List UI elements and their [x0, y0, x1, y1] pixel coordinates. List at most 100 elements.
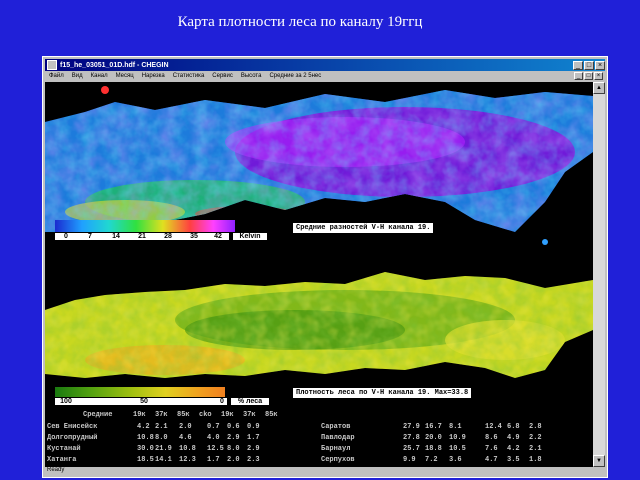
app-icon [47, 60, 57, 70]
stat-value: 0.9 [247, 423, 260, 431]
vh-tick: 35 [181, 233, 207, 240]
window-titlebar[interactable]: f15_he_03051_01D.hdf - CHEGIN _ □ × [45, 59, 605, 71]
station-name: Сев Енисейск [47, 423, 98, 431]
vh-tick: 28 [155, 233, 181, 240]
stats-col-header: 19к [133, 411, 146, 419]
scroll-up-icon[interactable]: ▲ [593, 82, 605, 94]
menu-month[interactable]: Месяц [116, 73, 134, 79]
doc-maximize-button[interactable]: □ [584, 72, 593, 80]
menu-statistics[interactable]: Статистика [173, 73, 205, 79]
document-view[interactable]: 0 7 14 21 28 35 42 Kelvin Средние разнос… [45, 82, 593, 467]
document-controls: _ □ × [573, 72, 603, 80]
maximize-button[interactable]: □ [584, 60, 594, 70]
minimize-button[interactable]: _ [573, 60, 583, 70]
forest-density-map [45, 250, 593, 382]
stats-header-label: Средние [83, 411, 113, 419]
table-row: Хатанга 18.5 14.1 12.3 1.7 2.0 2.3 Серпухов 9.9 7… [45, 456, 593, 466]
stats-table: Средние 19к 37к 85к cko 19к 37к 85к Сев … [45, 409, 593, 467]
vh-legend-colorbar [55, 220, 235, 232]
forest-map-caption: Плотность леса по V-H канала 19. Max=33.… [293, 388, 472, 398]
menu-averages[interactable]: Средние за 2 5нес [269, 73, 321, 79]
window-title: f15_he_03051_01D.hdf - CHEGIN [60, 61, 169, 69]
stat-value: 27.8 [403, 434, 420, 442]
stat-value: 2.2 [529, 434, 542, 442]
stat-value: 27.9 [403, 423, 420, 431]
stats-col-header: 37к [243, 411, 256, 419]
station-name: Хатанга [47, 456, 77, 464]
stat-value: 16.7 [425, 423, 442, 431]
stat-value: 0.6 [227, 423, 240, 431]
stat-value: 2.0 [227, 456, 240, 464]
close-button[interactable]: × [595, 60, 605, 70]
stat-value: 25.7 [403, 445, 420, 453]
menu-view[interactable]: Вид [72, 73, 83, 79]
stat-value: 2.1 [155, 423, 168, 431]
menu-channel[interactable]: Канал [91, 73, 108, 79]
doc-close-button[interactable]: × [594, 72, 603, 80]
stat-value: 9.9 [403, 456, 416, 464]
stat-value: 30.0 [137, 445, 154, 453]
station-name: Барнаул [321, 445, 351, 453]
table-row: Долгопрудный 10.8 8.0 4.6 4.0 2.9 1.7 Павлодар 2… [45, 434, 593, 444]
vh-legend-unit: Kelvin [233, 233, 267, 240]
menu-height[interactable]: Высота [241, 73, 262, 79]
stat-value: 18.5 [137, 456, 154, 464]
app-window: f15_he_03051_01D.hdf - CHEGIN _ □ × Файл… [42, 56, 608, 478]
forest-tick: 50 [135, 398, 153, 405]
stat-value: 4.7 [485, 456, 498, 464]
station-name: Серпухов [321, 456, 355, 464]
stat-value: 2.1 [529, 445, 542, 453]
menu-service[interactable]: Сервис [212, 73, 233, 79]
menubar: Файл Вид Канал Месяц Нарезка Статистика … [45, 71, 605, 81]
stat-value: 4.6 [179, 434, 192, 442]
station-name: Павлодар [321, 434, 355, 442]
stat-value: 20.0 [425, 434, 442, 442]
stat-value: 18.8 [425, 445, 442, 453]
vh-map-caption: Средние разностей V-H канала 19. [293, 223, 434, 233]
forest-tick: 0 [217, 398, 227, 405]
stats-col-header: 85к [265, 411, 278, 419]
stat-value: 8.0 [155, 434, 168, 442]
stat-value: 8.0 [227, 445, 240, 453]
stat-value: 10.8 [137, 434, 154, 442]
vh-tick: 21 [129, 233, 155, 240]
stat-value: 7.2 [425, 456, 438, 464]
stat-value: 2.0 [179, 423, 192, 431]
scroll-down-icon[interactable]: ▼ [593, 455, 605, 467]
stat-value: 8.1 [449, 423, 462, 431]
stat-value: 6.8 [507, 423, 520, 431]
station-name: Кустанай [47, 445, 81, 453]
stat-value: 7.6 [485, 445, 498, 453]
vh-tick: 42 [207, 233, 229, 240]
stat-value: 1.7 [247, 434, 260, 442]
slide-title: Карта плотности леса по каналу 19ггц [177, 14, 423, 30]
status-bar: Ready [47, 467, 65, 473]
stat-value: 21.9 [155, 445, 172, 453]
stat-value: 2.3 [247, 456, 260, 464]
table-row: Кустанай 30.0 21.9 10.8 12.5 8.0 2.9 Барнаул 25.… [45, 445, 593, 455]
doc-minimize-button[interactable]: _ [574, 72, 583, 80]
stat-value: 12.3 [179, 456, 196, 464]
vertical-scrollbar[interactable]: ▲ ▼ [593, 82, 605, 467]
stat-value: 2.8 [529, 423, 542, 431]
stats-col-header: 19к [221, 411, 234, 419]
stat-value: 14.1 [155, 456, 172, 464]
stat-value: 12.5 [207, 445, 224, 453]
stat-value: 10.8 [179, 445, 196, 453]
stats-col-header: 85к [177, 411, 190, 419]
vh-tick: 14 [103, 233, 129, 240]
menu-slice[interactable]: Нарезка [142, 73, 165, 79]
stats-col-header: cko [199, 411, 212, 419]
stat-value: 4.0 [207, 434, 220, 442]
stat-value: 8.6 [485, 434, 498, 442]
stat-value: 2.9 [247, 445, 260, 453]
menu-file[interactable]: Файл [49, 73, 64, 79]
stat-value: 12.4 [485, 423, 502, 431]
forest-tick: 100 [55, 398, 77, 405]
stat-value: 1.7 [207, 456, 220, 464]
station-name: Долгопрудный [47, 434, 98, 442]
stat-value: 2.9 [227, 434, 240, 442]
stat-value: 3.5 [507, 456, 520, 464]
vh-legend-ticks: 0 7 14 21 28 35 42 Kelvin [55, 233, 267, 240]
stat-value: 3.6 [449, 456, 462, 464]
